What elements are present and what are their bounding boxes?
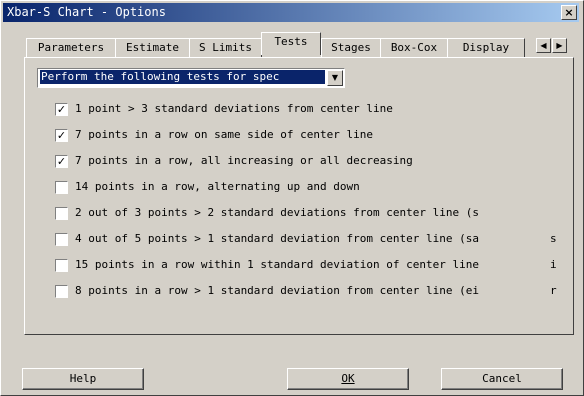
tab-box-cox[interactable]: Box-Cox <box>380 38 448 57</box>
title-bar: Xbar-S Chart - Options × <box>3 3 579 22</box>
test-5-item[interactable]: 2 out of 3 points > 2 standard deviation… <box>55 207 555 221</box>
test-5-label: 2 out of 3 points > 2 standard deviation… <box>75 207 479 219</box>
test-8-item[interactable]: 8 points in a row > 1 standard deviation… <box>55 285 555 299</box>
clipped-text: s <box>550 232 557 245</box>
help-button[interactable]: Help <box>22 368 144 390</box>
clipped-text: r <box>550 284 557 297</box>
ok-button[interactable]: OK <box>287 368 409 390</box>
test-4-checkbox[interactable] <box>55 181 68 194</box>
left-arrow-icon: ◀ <box>540 41 547 50</box>
test-7-label: 15 points in a row within 1 standard dev… <box>75 259 479 271</box>
tab-estimate[interactable]: Estimate <box>115 38 190 57</box>
tab-tests[interactable]: Tests <box>261 32 321 55</box>
dropdown-selected-value: Perform the following tests for spec <box>40 70 325 84</box>
tests-panel: Perform the following tests for spec ▼ ✓… <box>24 57 574 335</box>
tab-s-limits[interactable]: S Limits <box>189 38 262 57</box>
tab-scroll-right-button[interactable]: ▶ <box>552 38 567 53</box>
test-2-label: 7 points in a row on same side of center… <box>75 128 374 141</box>
close-button[interactable]: × <box>561 5 577 20</box>
test-4-label: 14 points in a row, alternating up and d… <box>75 180 360 193</box>
test-3-label: 7 points in a row, all increasing or all… <box>75 154 413 167</box>
test-5-checkbox[interactable] <box>55 207 68 220</box>
test-7-checkbox[interactable] <box>55 259 68 272</box>
test-1-label: 1 point > 3 standard deviations from cen… <box>75 102 393 115</box>
test-6-label: 4 out of 5 points > 1 standard deviation… <box>75 233 479 245</box>
right-arrow-icon: ▶ <box>556 41 563 50</box>
chevron-down-icon[interactable]: ▼ <box>327 70 343 86</box>
tab-scroll-left-button[interactable]: ◀ <box>536 38 551 53</box>
test-2-checkbox[interactable]: ✓ <box>55 129 68 142</box>
tab-display[interactable]: Display <box>447 38 525 57</box>
close-icon: × <box>564 6 574 19</box>
test-8-checkbox[interactable] <box>55 285 68 298</box>
window-title: Xbar-S Chart - Options <box>7 5 166 19</box>
test-6-item[interactable]: 4 out of 5 points > 1 standard deviation… <box>55 233 555 247</box>
cancel-button[interactable]: Cancel <box>441 368 563 390</box>
test-8-label: 8 points in a row > 1 standard deviation… <box>75 285 479 297</box>
test-6-checkbox[interactable] <box>55 233 68 246</box>
tab-stages[interactable]: Stages <box>321 38 381 57</box>
tab-parameters[interactable]: Parameters <box>26 38 116 57</box>
tests-mode-dropdown[interactable]: Perform the following tests for spec ▼ <box>37 68 345 88</box>
test-7-item[interactable]: 15 points in a row within 1 standard dev… <box>55 259 555 273</box>
test-3-checkbox[interactable]: ✓ <box>55 155 68 168</box>
clipped-text: i <box>550 258 557 271</box>
test-1-checkbox[interactable]: ✓ <box>55 103 68 116</box>
